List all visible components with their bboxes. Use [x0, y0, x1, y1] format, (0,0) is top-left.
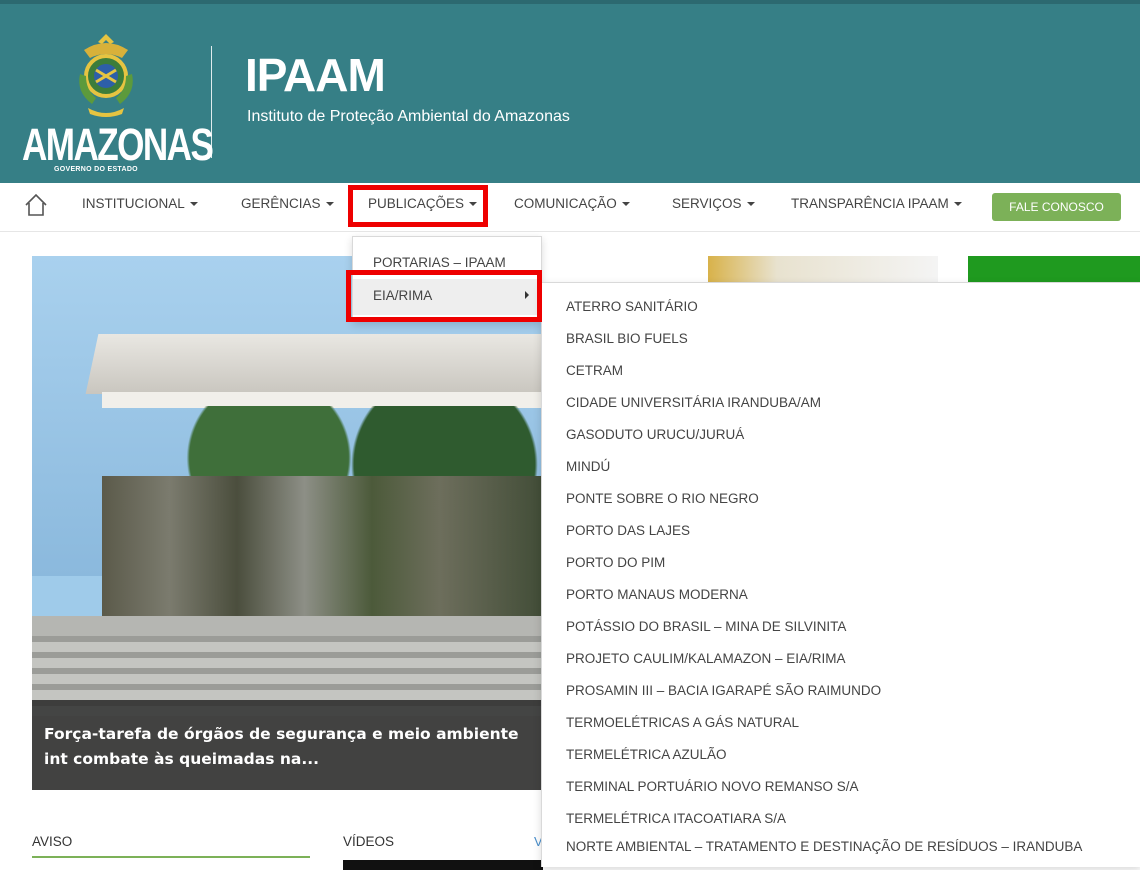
nav-transparencia[interactable]: TRANSPARÊNCIA IPAAM	[791, 196, 962, 211]
featured-news-slide[interactable]: Força-tarefa de órgãos de segurança e me…	[32, 256, 542, 790]
fale-conosco-button[interactable]: FALE CONOSCO	[992, 193, 1121, 221]
header-divider	[211, 46, 212, 158]
site-header: AMAZONAS GOVERNO DO ESTADO IPAAM Institu…	[0, 0, 1140, 183]
nav-institucional[interactable]: INSTITUCIONAL	[82, 196, 198, 211]
caret-down-icon	[189, 202, 198, 207]
aviso-heading: AVISO	[32, 834, 73, 849]
nav-label: GERÊNCIAS	[241, 196, 321, 211]
photo-tent	[85, 334, 542, 394]
submenu-item[interactable]: ATERRO SANITÁRIO	[566, 299, 698, 314]
caret-down-icon	[621, 202, 630, 207]
nav-publicacoes[interactable]: PUBLICAÇÕES	[368, 196, 478, 211]
submenu-item[interactable]: GASODUTO URUCU/JURUÁ	[566, 427, 744, 442]
submenu-item[interactable]: TERMOELÉTRICAS A GÁS NATURAL	[566, 715, 799, 730]
nav-gerencias[interactable]: GERÊNCIAS	[241, 196, 334, 211]
nav-label: TRANSPARÊNCIA IPAAM	[791, 196, 949, 211]
submenu-item[interactable]: PORTO MANAUS MODERNA	[566, 587, 748, 602]
aviso-underline	[32, 856, 310, 858]
submenu-arrow-icon	[525, 291, 529, 299]
menu-item-eia-rima[interactable]: EIA/RIMA	[373, 288, 432, 303]
nav-label: INSTITUCIONAL	[82, 196, 185, 211]
submenu-item[interactable]: PONTE SOBRE O RIO NEGRO	[566, 491, 759, 506]
submenu-item[interactable]: TERMELÉTRICA ITACOATIARA S/A	[566, 811, 786, 826]
submenu-item[interactable]: NORTE AMBIENTAL – TRATAMENTO E DESTINAÇÃ…	[566, 839, 1082, 854]
nav-label: COMUNICAÇÃO	[514, 196, 617, 211]
news-caption[interactable]: Força-tarefa de órgãos de segurança e me…	[44, 722, 534, 772]
nav-servicos[interactable]: SERVIÇOS	[672, 196, 755, 211]
submenu-item[interactable]: PORTO DO PIM	[566, 555, 665, 570]
submenu-item[interactable]: TERMINAL PORTUÁRIO NOVO REMANSO S/A	[566, 779, 859, 794]
submenu-item[interactable]: PORTO DAS LAJES	[566, 523, 690, 538]
submenu-item[interactable]: TERMELÉTRICA AZULÃO	[566, 747, 727, 762]
logo-subtext: GOVERNO DO ESTADO	[54, 166, 138, 173]
nav-comunicacao[interactable]: COMUNICAÇÃO	[514, 196, 630, 211]
coat-of-arms-icon	[79, 34, 133, 117]
site-subtitle: Instituto de Proteção Ambiental do Amazo…	[247, 108, 570, 125]
submenu-item[interactable]: CIDADE UNIVERSITÁRIA IRANDUBA/AM	[566, 395, 821, 410]
submenu-item[interactable]: PROSAMIN III – BACIA IGARAPÉ SÃO RAIMUND…	[566, 683, 881, 698]
caret-down-icon	[953, 202, 962, 207]
submenu-item[interactable]: POTÁSSIO DO BRASIL – MINA DE SILVINITA	[566, 619, 846, 634]
nav-label: SERVIÇOS	[672, 196, 742, 211]
main-nav: INSTITUCIONAL GERÊNCIAS PUBLICAÇÕES COMU…	[0, 183, 1140, 232]
submenu-item[interactable]: CETRAM	[566, 363, 623, 378]
caret-down-icon	[746, 202, 755, 207]
publicacoes-dropdown: PORTARIAS – IPAAM EIA/RIMA	[352, 236, 542, 322]
submenu-item[interactable]: BRASIL BIO FUELS	[566, 331, 688, 346]
submenu-item[interactable]: PROJETO CAULIM/KALAMAZON – EIA/RIMA	[566, 651, 846, 666]
nav-label: PUBLICAÇÕES	[368, 196, 465, 211]
site-title[interactable]: IPAAM	[245, 50, 386, 100]
logo-wordmark: AMAZONAS	[22, 119, 214, 170]
home-icon[interactable]	[24, 193, 48, 217]
submenu-item[interactable]: MINDÚ	[566, 459, 610, 474]
videos-heading: VÍDEOS	[343, 834, 395, 849]
menu-item-portarias[interactable]: PORTARIAS – IPAAM	[373, 255, 506, 270]
caret-down-icon	[325, 202, 334, 207]
amazonas-logo[interactable]: AMAZONAS GOVERNO DO ESTADO	[22, 26, 214, 176]
video-thumbnail[interactable]	[343, 860, 543, 870]
eia-rima-submenu: ATERRO SANITÁRIO BRASIL BIO FUELS CETRAM…	[541, 282, 1140, 867]
caret-down-icon	[469, 202, 478, 207]
